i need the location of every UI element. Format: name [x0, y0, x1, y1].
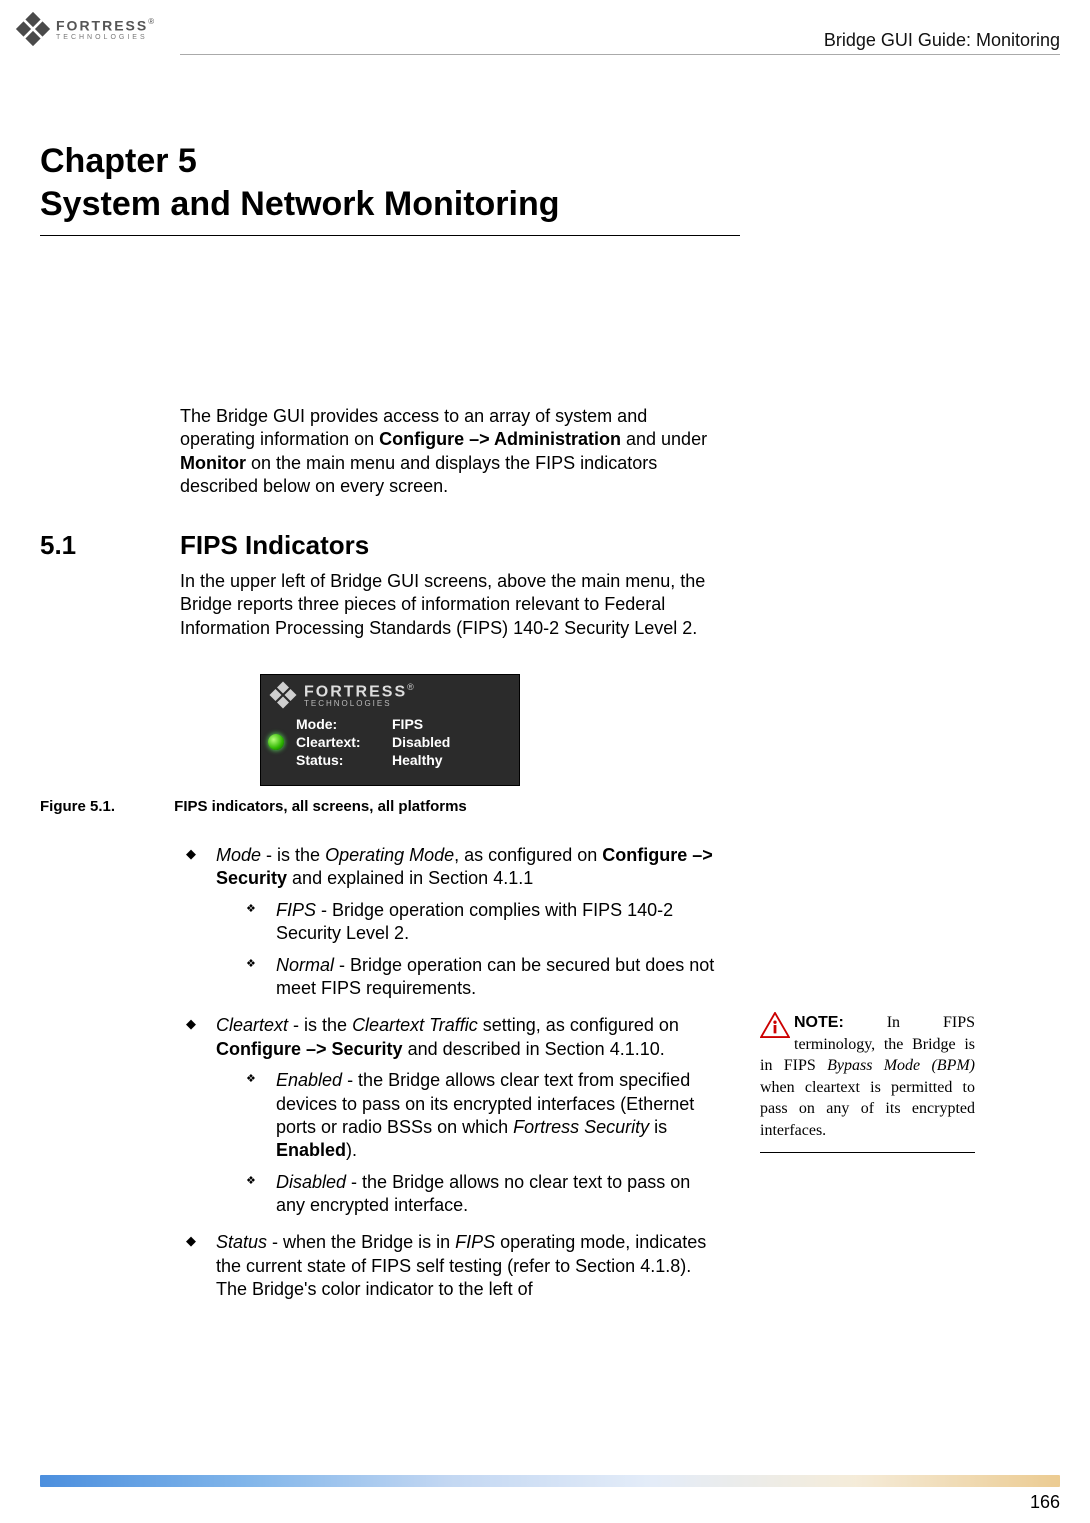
section-title: FIPS Indicators — [180, 530, 369, 561]
list-item-mode: Mode - is the Operating Mode, as configu… — [180, 844, 720, 1000]
page-number: 166 — [1030, 1492, 1060, 1513]
term: Status — [216, 1232, 267, 1252]
fortress-diamond-icon — [14, 10, 52, 48]
intro-paragraph: The Bridge GUI provides access to an arr… — [180, 405, 720, 499]
footer-gradient-bar — [40, 1475, 1060, 1487]
brand-name: FORTRESS — [56, 18, 148, 34]
list-item-status: Status - when the Bridge is in FIPS oper… — [180, 1231, 720, 1301]
brand-subtitle: TECHNOLOGIES — [56, 34, 154, 41]
list-item-cleartext: Cleartext - is the Cleartext Traffic set… — [180, 1014, 720, 1217]
screenshot-brand-text: FORTRESS® TECHNOLOGIES — [304, 682, 414, 707]
ui-path-monitor: Monitor — [180, 453, 246, 473]
chapter-title: System and Network Monitoring — [40, 183, 1030, 226]
figure-caption-text: FIPS indicators, all screens, all platfo… — [174, 798, 467, 815]
bullet-list: Mode - is the Operating Mode, as configu… — [180, 830, 720, 1302]
text: - Bridge operation complies with FIPS 14… — [276, 900, 673, 943]
term: FIPS — [455, 1232, 495, 1252]
ui-label: Enabled — [276, 1140, 346, 1160]
document-title: Bridge GUI Guide: Monitoring — [824, 30, 1060, 51]
term: Bypass Mode (BPM) — [827, 1057, 975, 1074]
term: Normal — [276, 955, 334, 975]
chapter-number: Chapter 5 — [40, 140, 1030, 183]
text: is — [649, 1117, 667, 1137]
term: Fortress Security — [513, 1117, 649, 1137]
ui-path: Configure –> Security — [216, 1039, 403, 1059]
list-subitem: FIPS - Bridge operation complies with FI… — [240, 899, 720, 946]
registered-mark: ® — [407, 682, 414, 692]
section-heading: 5.1 FIPS Indicators — [40, 530, 369, 561]
term: Enabled — [276, 1070, 342, 1090]
fips-row-value: Healthy — [392, 752, 512, 768]
text: and explained in Section 4.1.1 — [287, 868, 533, 888]
registered-mark: ® — [148, 17, 154, 26]
warning-info-icon — [760, 1012, 790, 1038]
brand-logo: FORTRESS® TECHNOLOGIES — [14, 10, 154, 48]
fips-row-label: Status: — [296, 752, 392, 768]
fips-row-value: FIPS — [392, 716, 512, 732]
figure-number: Figure 5.1. — [40, 798, 170, 815]
ui-path-configure: Configure — [379, 429, 464, 449]
chapter-rule — [40, 235, 740, 236]
text: , as configured on — [454, 845, 602, 865]
chapter-heading: Chapter 5 System and Network Monitoring — [40, 140, 1030, 236]
term: Mode — [216, 845, 261, 865]
text: - is the — [261, 845, 325, 865]
text: - when the Bridge is in — [267, 1232, 455, 1252]
fips-row-label: Mode: — [296, 716, 392, 732]
text: - is the — [288, 1015, 352, 1035]
term: Operating Mode — [325, 845, 454, 865]
list-subitem: Enabled - the Bridge allows clear text f… — [240, 1069, 720, 1163]
term: FIPS — [276, 900, 316, 920]
page: FORTRESS® TECHNOLOGIES Bridge GUI Guide:… — [0, 0, 1090, 1523]
section-paragraph: In the upper left of Bridge GUI screens,… — [180, 570, 720, 640]
figure-caption: Figure 5.1. FIPS indicators, all screens… — [40, 798, 467, 815]
fips-status-grid: Mode: FIPS Cleartext: Disabled Status: H… — [260, 710, 520, 776]
ui-path-administration: Administration — [494, 429, 621, 449]
text: and described in Section 4.1.10. — [403, 1039, 665, 1059]
page-header: FORTRESS® TECHNOLOGIES Bridge GUI Guide:… — [0, 10, 1090, 60]
fips-row-label: Cleartext: — [296, 734, 392, 750]
text: ). — [346, 1140, 357, 1160]
term: Disabled — [276, 1172, 346, 1192]
list-subitem: Normal - Bridge operation can be secured… — [240, 954, 720, 1001]
text: - Bridge operation can be secured but do… — [276, 955, 714, 998]
text: when cleartext is permitted to pass on a… — [760, 1079, 975, 1139]
note-rule — [760, 1152, 975, 1153]
fortress-diamond-icon — [268, 680, 298, 710]
note-label: NOTE: — [794, 1014, 844, 1031]
text: setting, as configured on — [478, 1015, 679, 1035]
brand-text: FORTRESS® TECHNOLOGIES — [56, 17, 154, 40]
screenshot-logo-row: FORTRESS® TECHNOLOGIES — [260, 674, 520, 710]
list-subitem: Disabled - the Bridge allows no clear te… — [240, 1171, 720, 1218]
term: Cleartext Traffic — [352, 1015, 478, 1035]
header-rule — [180, 54, 1060, 55]
margin-note: NOTE: In FIPS terminology, the Bridge is… — [760, 1012, 975, 1153]
fips-indicator-screenshot: FORTRESS® TECHNOLOGIES Mode: FIPS Cleart… — [260, 674, 520, 786]
section-number: 5.1 — [40, 530, 150, 561]
text: and under — [621, 429, 707, 449]
fips-row-value: Disabled — [392, 734, 512, 750]
ui-path-arrow: –> — [464, 429, 494, 449]
term: Cleartext — [216, 1015, 288, 1035]
text: on the main menu and displays the FIPS i… — [180, 453, 657, 496]
status-led-icon — [268, 734, 284, 750]
